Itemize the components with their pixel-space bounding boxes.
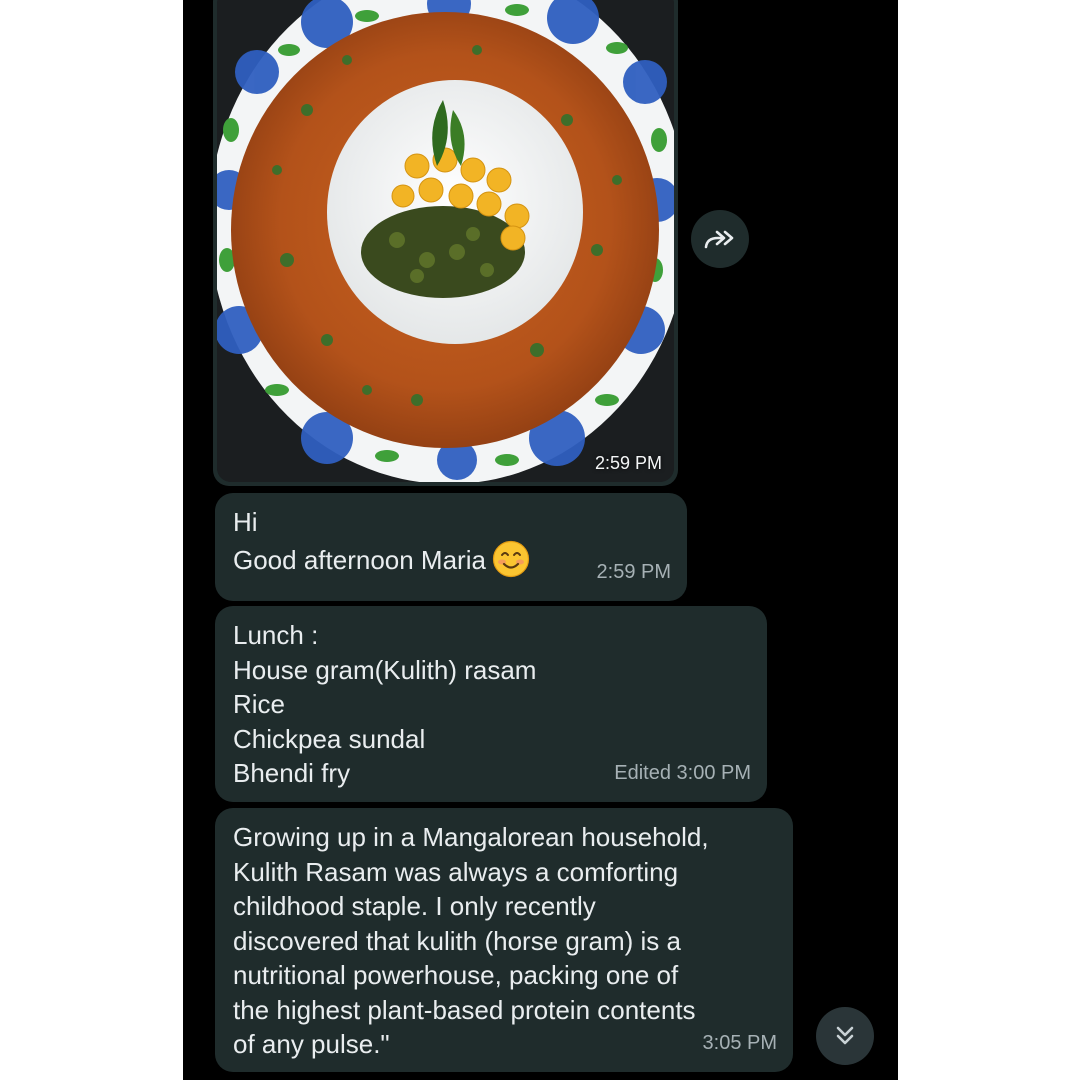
smiling-face-emoji-icon bbox=[492, 540, 530, 577]
forward-icon bbox=[704, 230, 734, 249]
plate-illustration bbox=[217, 0, 674, 482]
forward-button[interactable] bbox=[691, 210, 749, 268]
image-message-bubble[interactable]: 2:59 PM bbox=[213, 0, 678, 486]
message-line: nutritional powerhouse, packing one of bbox=[233, 960, 679, 990]
chat-screen: 2:59 PM Hi Good afternoon Maria 2:59 PM … bbox=[183, 0, 898, 1080]
scroll-to-bottom-button[interactable] bbox=[816, 1007, 874, 1065]
story-message-bubble[interactable]: Growing up in a Mangalorean household, K… bbox=[215, 808, 793, 1072]
message-line: discovered that kulith (horse gram) is a bbox=[233, 925, 681, 956]
message-line: the highest plant-based protein contents bbox=[233, 994, 696, 1025]
message-line: of any pulse." bbox=[233, 1029, 390, 1059]
message-edited-timestamp: Edited 3:00 PM bbox=[614, 761, 751, 784]
message-timestamp: 2:59 PM bbox=[596, 560, 671, 583]
message-line: Lunch : bbox=[233, 620, 319, 650]
message-line: Chickpea sundal bbox=[233, 723, 426, 754]
food-photo[interactable]: 2:59 PM bbox=[217, 0, 674, 482]
message-line: Kulith Rasam was always a comforting bbox=[233, 856, 679, 887]
message-line: House gram(Kulith) rasam bbox=[233, 654, 537, 685]
message-line-text: Good afternoon Maria bbox=[233, 544, 486, 575]
message-timestamp: 3:05 PM bbox=[702, 1031, 777, 1054]
lunch-message-bubble[interactable]: Lunch : House gram(Kulith) rasam Rice Ch… bbox=[215, 606, 767, 802]
image-timestamp: 2:59 PM bbox=[594, 453, 662, 473]
message-line: Growing up in a Mangalorean household, bbox=[233, 822, 709, 852]
double-chevron-down-icon bbox=[836, 1026, 854, 1045]
message-line: Rice bbox=[233, 689, 286, 719]
message-line: childhood staple. I only recently bbox=[233, 891, 596, 921]
greeting-message-bubble[interactable]: Hi Good afternoon Maria 2:59 PM bbox=[215, 493, 687, 601]
message-line: Hi bbox=[233, 507, 258, 537]
